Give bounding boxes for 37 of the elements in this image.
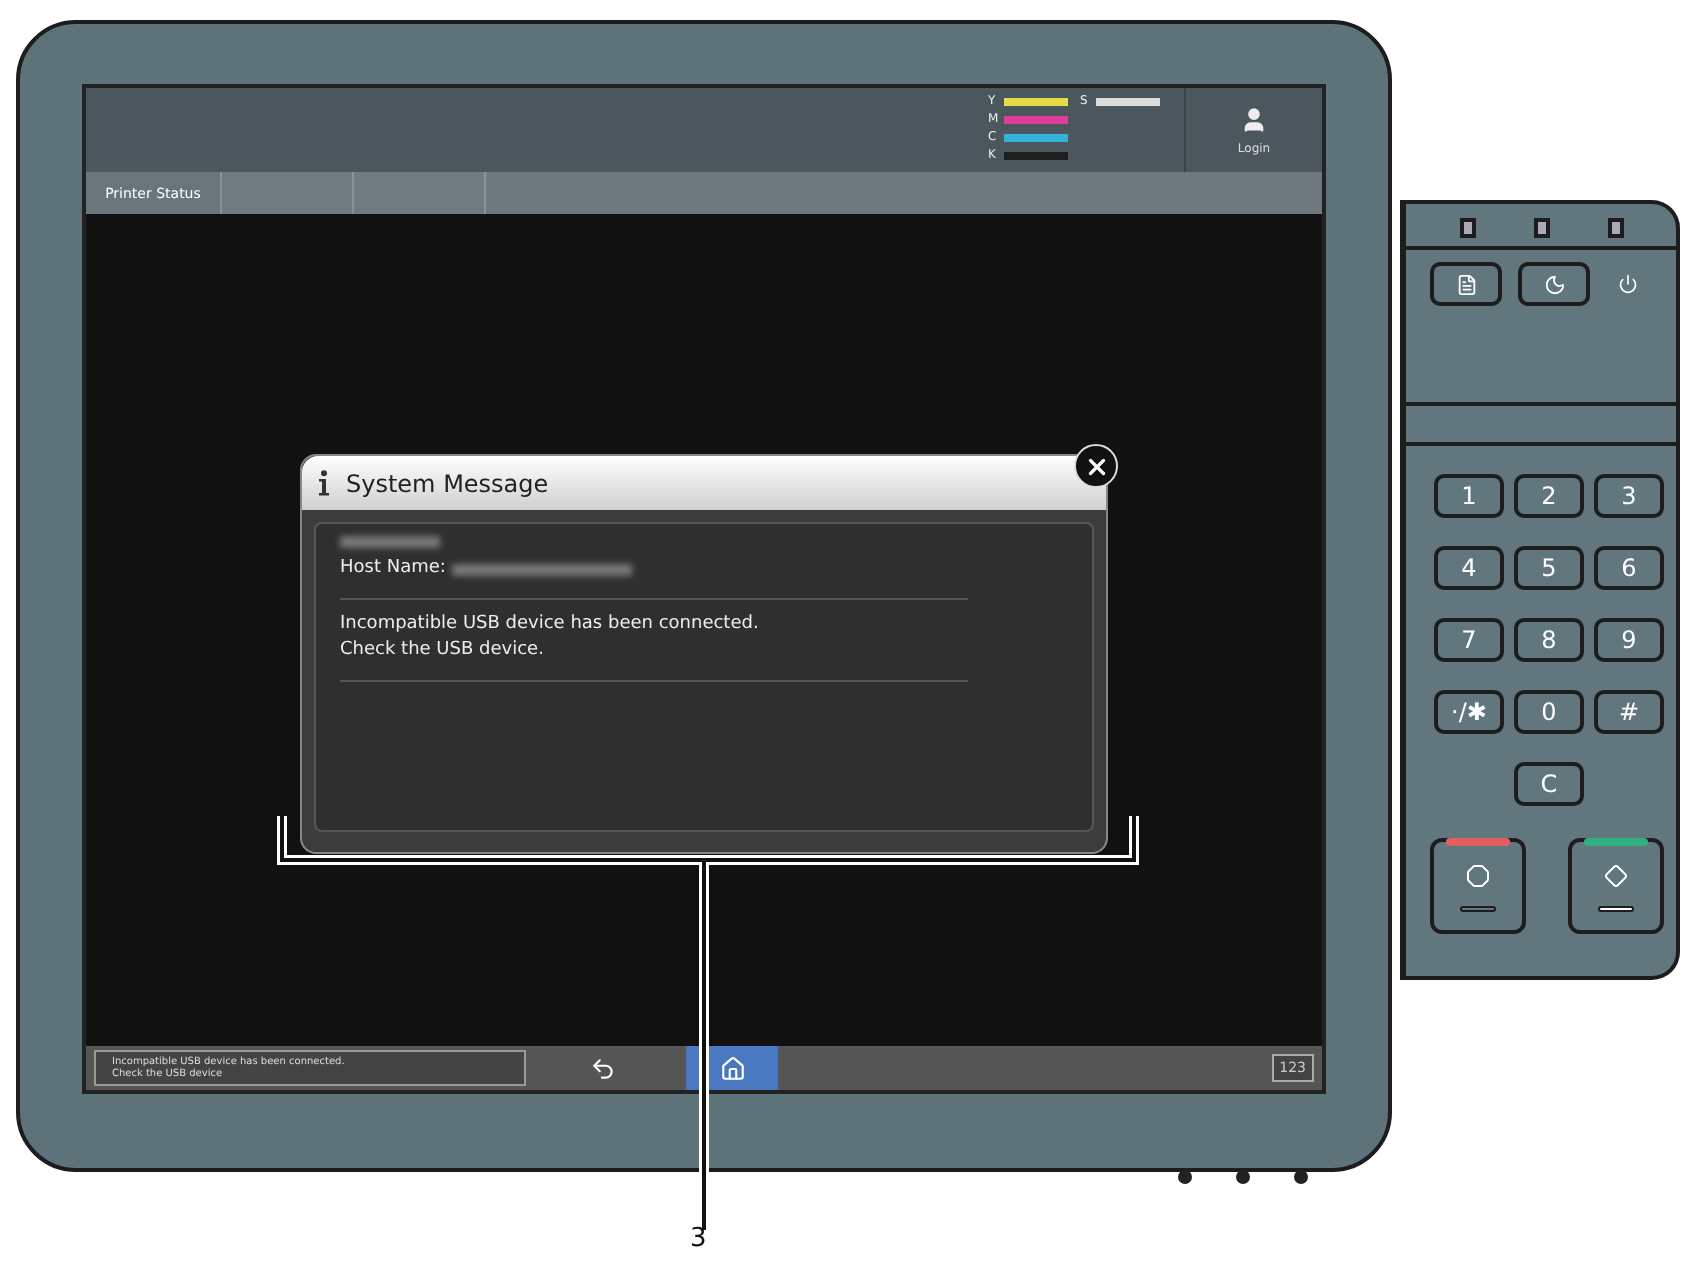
message-text: Incompatible USB device has been connected. (340, 612, 761, 638)
keypad-key[interactable]: 4 (1434, 546, 1504, 590)
moon-icon (1543, 273, 1565, 295)
close-icon (1083, 453, 1109, 479)
document-icon (1455, 273, 1477, 295)
energy-saver-button[interactable] (1518, 262, 1590, 306)
home-icon (719, 1055, 745, 1081)
indicator-lamp (1459, 218, 1475, 238)
power-icon (1618, 274, 1638, 294)
keypad-key[interactable]: ·/✱ (1434, 690, 1504, 734)
start-button[interactable] (1568, 838, 1664, 934)
stop-icon (1466, 863, 1490, 888)
check-status-button[interactable] (1430, 262, 1502, 306)
keypad-key[interactable]: 1 (1434, 474, 1504, 518)
indicator-lamp (1533, 218, 1549, 238)
keypad-key[interactable]: 6 (1594, 546, 1664, 590)
dialog-title: System Message (346, 469, 549, 497)
back-arrow-icon (589, 1055, 615, 1081)
indicator-lamp (1607, 218, 1623, 238)
info-icon (318, 470, 330, 496)
user-icon (1240, 105, 1268, 133)
keypad-key[interactable]: # (1594, 690, 1664, 734)
keypad-key[interactable]: 9 (1594, 618, 1664, 662)
diamond-icon (1604, 863, 1628, 888)
message-text: Check the USB device. (340, 638, 546, 664)
callout-number: 3 (690, 1224, 707, 1254)
close-button[interactable] (1074, 444, 1118, 488)
host-name-label: Host Name: (340, 556, 446, 582)
keypad-key[interactable]: 3 (1594, 474, 1664, 518)
keypad-key[interactable]: 8 (1514, 618, 1584, 662)
keypad-key[interactable]: 0 (1514, 690, 1584, 734)
clear-key[interactable]: C (1514, 762, 1584, 806)
keypad-key[interactable]: 7 (1434, 618, 1504, 662)
keypad-key[interactable]: 5 (1514, 546, 1584, 590)
keypad-key[interactable]: 2 (1514, 474, 1584, 518)
blurred-text-placeholder (340, 536, 440, 548)
stop-button[interactable] (1430, 838, 1526, 934)
